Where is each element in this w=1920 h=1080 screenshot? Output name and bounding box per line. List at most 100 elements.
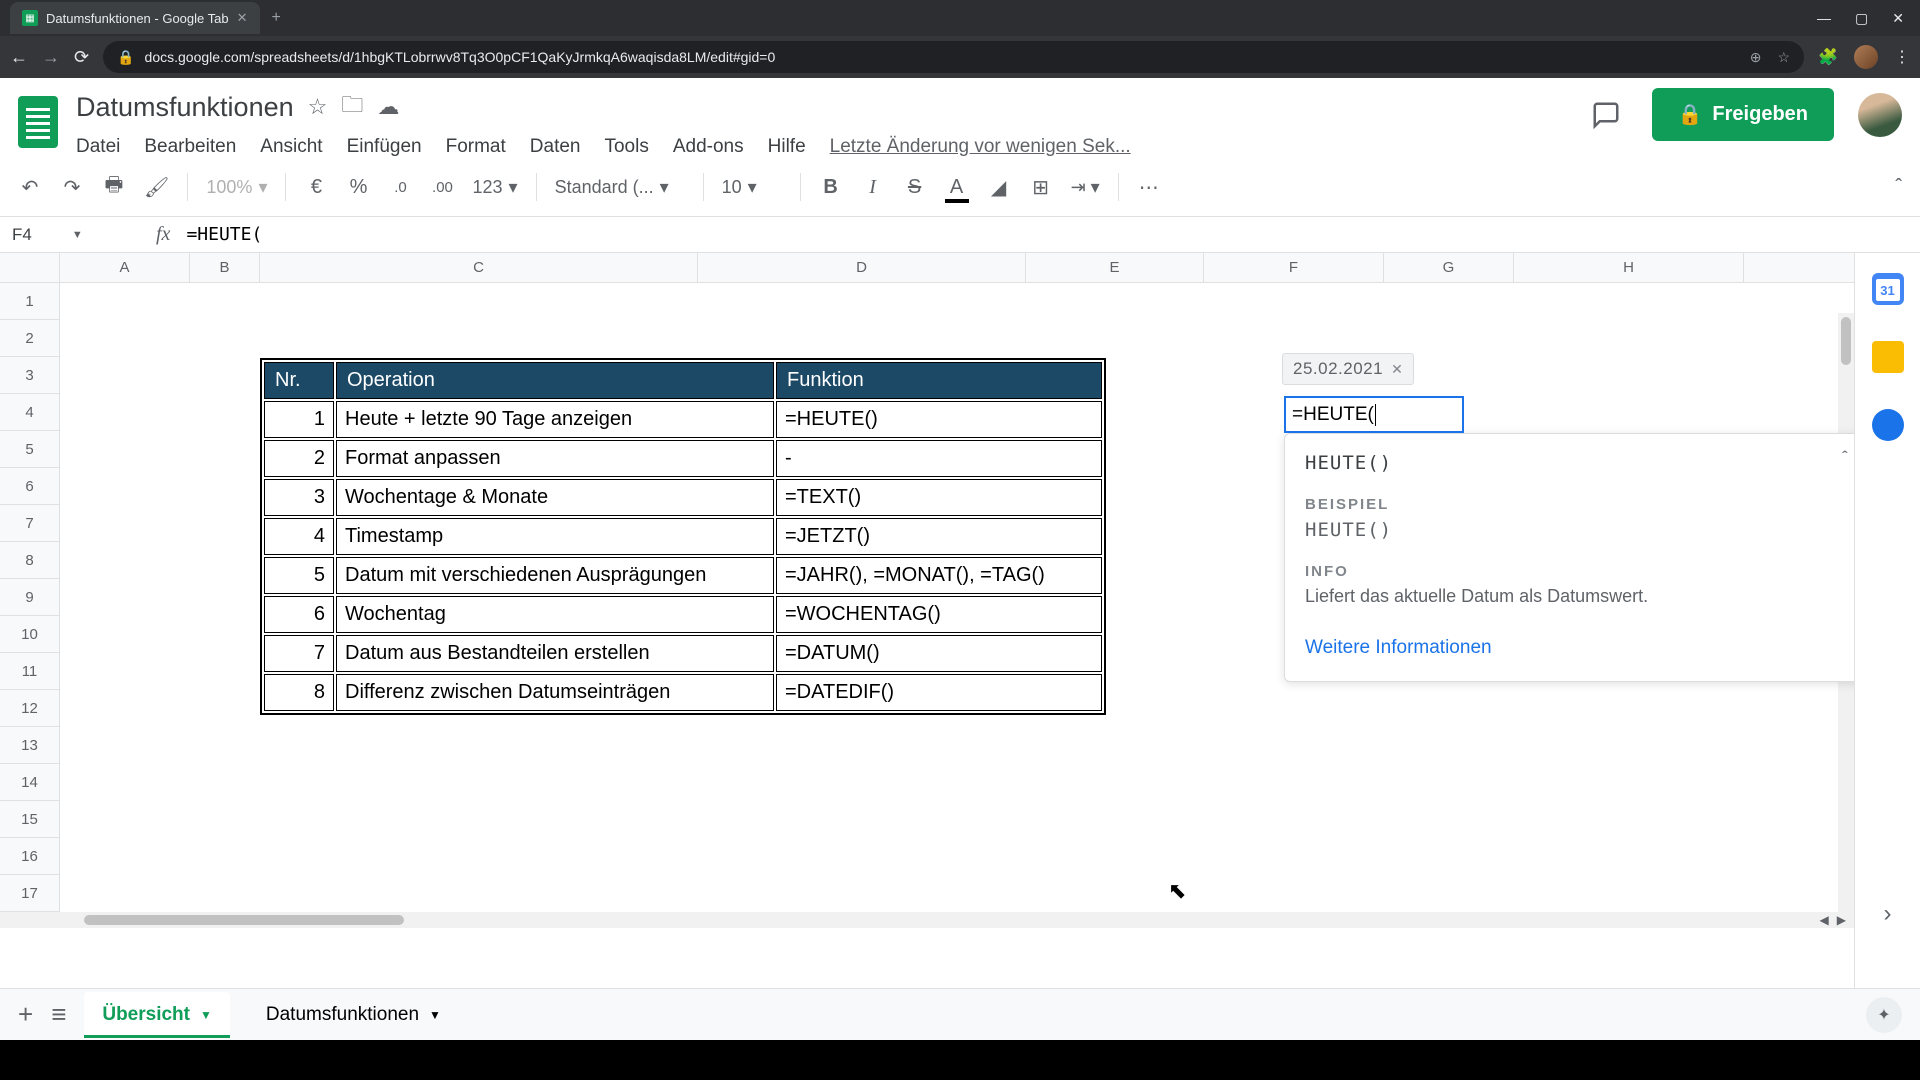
col-header-b[interactable]: B — [190, 253, 260, 282]
browser-menu-icon[interactable]: ⋮ — [1894, 47, 1910, 67]
name-box[interactable]: F4 ▼ — [0, 225, 140, 245]
name-box-arrow-icon[interactable]: ▼ — [72, 229, 83, 241]
row-header[interactable]: 16 — [0, 838, 60, 875]
sheet-tab-menu-icon[interactable]: ▼ — [200, 1008, 212, 1022]
sheet-tab-datumsfunktionen[interactable]: Datumsfunktionen ▼ — [248, 992, 459, 1038]
table-row[interactable]: 5Datum mit verschiedenen Ausprägungen=JA… — [264, 557, 1102, 594]
table-row[interactable]: 7Datum aus Bestandteilen erstellen=DATUM… — [264, 635, 1102, 672]
table-row[interactable]: 1Heute + letzte 90 Tage anzeigen=HEUTE() — [264, 401, 1102, 438]
calendar-addon-icon[interactable] — [1872, 273, 1904, 305]
row-header[interactable]: 11 — [0, 653, 60, 690]
text-color-button[interactable]: A — [945, 176, 969, 199]
grid-body[interactable]: 1234567891011121314151617 Nr. Operation … — [0, 283, 1854, 912]
col-header-f[interactable]: F — [1204, 253, 1384, 282]
forward-icon[interactable]: → — [42, 47, 60, 68]
col-header-a[interactable]: A — [60, 253, 190, 282]
row-header[interactable]: 14 — [0, 764, 60, 801]
menu-hilfe[interactable]: Hilfe — [768, 136, 806, 158]
table-header-operation[interactable]: Operation — [336, 362, 774, 399]
row-header[interactable]: 8 — [0, 542, 60, 579]
row-header[interactable]: 9 — [0, 579, 60, 616]
document-title[interactable]: Datumsfunktionen — [76, 92, 294, 123]
bold-button[interactable]: B — [819, 176, 843, 199]
move-icon[interactable]: 🗀 — [341, 88, 363, 126]
menu-einfuegen[interactable]: Einfügen — [347, 136, 422, 158]
table-row[interactable]: 6Wochentag=WOCHENTAG() — [264, 596, 1102, 633]
menu-ansicht[interactable]: Ansicht — [260, 136, 322, 158]
table-row[interactable]: 2Format anpassen- — [264, 440, 1102, 477]
redo-icon[interactable]: ↷ — [60, 175, 84, 200]
reload-icon[interactable]: ⟳ — [74, 47, 89, 68]
close-window-icon[interactable]: ✕ — [1892, 10, 1904, 27]
last-edit-link[interactable]: Letzte Änderung vor wenigen Sek... — [830, 136, 1131, 158]
zoom-icon[interactable]: ⊕ — [1750, 49, 1762, 66]
comments-icon[interactable] — [1584, 93, 1628, 137]
star-icon[interactable]: ☆ — [308, 94, 328, 120]
font-size-dropdown[interactable]: 10 ▾ — [722, 177, 782, 198]
menu-addons[interactable]: Add-ons — [673, 136, 744, 158]
fill-color-icon[interactable]: ◢ — [987, 175, 1011, 200]
italic-button[interactable]: I — [861, 176, 885, 199]
address-bar[interactable]: 🔒 docs.google.com/spreadsheets/d/1hbgKTL… — [103, 41, 1804, 73]
tasks-addon-icon[interactable] — [1872, 409, 1904, 441]
add-sheet-button[interactable]: + — [18, 999, 33, 1030]
sheets-logo-icon[interactable] — [12, 88, 64, 156]
font-dropdown[interactable]: Standard (... ▾ — [555, 177, 685, 198]
share-button[interactable]: 🔒 Freigeben — [1652, 88, 1834, 141]
paint-format-icon[interactable]: 🖌 — [144, 175, 169, 200]
side-panel-expand-icon[interactable]: › — [1884, 900, 1892, 928]
row-header[interactable]: 7 — [0, 505, 60, 542]
menu-datei[interactable]: Datei — [76, 136, 120, 158]
minimize-icon[interactable]: ― — [1817, 10, 1831, 27]
account-avatar[interactable] — [1858, 93, 1902, 137]
more-toolbar-icon[interactable]: ⋯ — [1137, 175, 1161, 200]
back-icon[interactable]: ← — [10, 47, 28, 68]
browser-tab[interactable]: ▦ Datumsfunktionen - Google Tab ✕ — [10, 2, 260, 34]
help-collapse-icon[interactable]: ˆ — [1842, 448, 1848, 468]
help-more-info-link[interactable]: Weitere Informationen — [1305, 637, 1854, 659]
extensions-icon[interactable]: 🧩 — [1818, 47, 1838, 67]
col-header-c[interactable]: C — [260, 253, 698, 282]
format-123-dropdown[interactable]: 123 ▾ — [472, 177, 517, 198]
col-header-h[interactable]: H — [1514, 253, 1744, 282]
row-header[interactable]: 17 — [0, 875, 60, 912]
row-header[interactable]: 3 — [0, 357, 60, 394]
decrease-decimal-button[interactable]: .0 — [388, 179, 412, 196]
profile-avatar-icon[interactable] — [1854, 45, 1878, 69]
col-header-g[interactable]: G — [1384, 253, 1514, 282]
horizontal-scrollbar[interactable]: ◀▶ — [0, 912, 1854, 928]
row-header[interactable]: 13 — [0, 727, 60, 764]
row-header[interactable]: 10 — [0, 616, 60, 653]
formula-input[interactable]: =HEUTE( — [186, 224, 1920, 245]
new-tab-button[interactable]: + — [272, 9, 281, 27]
print-icon[interactable]: 🖶 — [102, 170, 126, 204]
sheet-tab-uebersicht[interactable]: Übersicht ▼ — [84, 992, 230, 1038]
menu-bearbeiten[interactable]: Bearbeiten — [144, 136, 236, 158]
menu-format[interactable]: Format — [446, 136, 506, 158]
table-header-nr[interactable]: Nr. — [264, 362, 334, 399]
increase-decimal-button[interactable]: .00 — [430, 179, 454, 196]
close-tab-icon[interactable]: ✕ — [237, 10, 248, 26]
maximize-icon[interactable]: ▢ — [1855, 10, 1868, 27]
strikethrough-button[interactable]: S — [903, 176, 927, 199]
sheet-tab-menu-icon[interactable]: ▼ — [429, 1008, 441, 1022]
borders-icon[interactable]: ⊞ — [1029, 175, 1053, 200]
menu-daten[interactable]: Daten — [530, 136, 581, 158]
table-row[interactable]: 3Wochentage & Monate=TEXT() — [264, 479, 1102, 516]
preview-close-icon[interactable]: ✕ — [1391, 361, 1403, 378]
table-row[interactable]: 8Differenz zwischen Datumseinträgen=DATE… — [264, 674, 1102, 711]
zoom-dropdown[interactable]: 100% ▾ — [206, 177, 267, 198]
row-header[interactable]: 5 — [0, 431, 60, 468]
active-cell-f4[interactable]: =HEUTE( — [1284, 396, 1464, 433]
table-row[interactable]: 4Timestamp=JETZT() — [264, 518, 1102, 555]
row-header[interactable]: 2 — [0, 320, 60, 357]
row-header[interactable]: 1 — [0, 283, 60, 320]
row-header[interactable]: 12 — [0, 690, 60, 727]
col-header-e[interactable]: E — [1026, 253, 1204, 282]
merge-dropdown[interactable]: ⇥ ▾ — [1071, 177, 1100, 198]
percent-button[interactable]: % — [346, 176, 370, 199]
all-sheets-icon[interactable]: ≡ — [51, 999, 66, 1030]
col-header-d[interactable]: D — [698, 253, 1026, 282]
keep-addon-icon[interactable] — [1872, 341, 1904, 373]
collapse-toolbar-icon[interactable]: ˆ — [1895, 176, 1902, 199]
